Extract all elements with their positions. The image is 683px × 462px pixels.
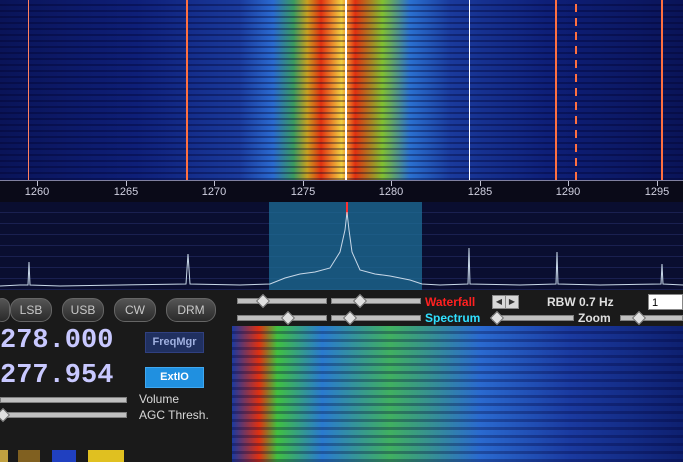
- freq-tick-label: 1285: [467, 186, 493, 198]
- left-arrow-button[interactable]: ◀: [492, 295, 506, 309]
- zoom-label: Zoom: [578, 311, 611, 325]
- zoomed-waterfall-display[interactable]: [232, 326, 683, 462]
- main-waterfall-display[interactable]: [0, 0, 683, 180]
- lo-frequency-display[interactable]: 278.000: [0, 326, 113, 356]
- rewind-button[interactable]: [52, 450, 76, 462]
- usb-mode-button[interactable]: USB: [62, 298, 104, 322]
- marker-line: [555, 0, 557, 180]
- toolbar-button[interactable]: [0, 450, 8, 462]
- freq-tick-label: 1295: [644, 186, 670, 198]
- freq-tick-label: 1290: [555, 186, 581, 198]
- waterfall-contrast-slider[interactable]: [331, 298, 421, 304]
- extio-button[interactable]: ExtIO: [145, 367, 204, 388]
- lsb-mode-button[interactable]: LSB: [10, 298, 52, 322]
- am-mode-button[interactable]: [0, 298, 10, 322]
- waterfall-gain-slider[interactable]: [237, 298, 327, 304]
- marker-line: [469, 0, 470, 180]
- zoom-slider[interactable]: [620, 315, 683, 321]
- freq-tick-label: 1275: [290, 186, 316, 198]
- volume-slider[interactable]: [0, 397, 127, 403]
- cw-mode-button[interactable]: CW: [114, 298, 156, 322]
- zoom-input[interactable]: 1: [648, 294, 683, 310]
- spectrum-speed-slider[interactable]: [492, 315, 574, 321]
- marker-line: [661, 0, 663, 180]
- marker-line: [28, 0, 29, 180]
- loop-button[interactable]: [88, 450, 124, 462]
- volume-label: Volume: [139, 392, 180, 406]
- freqmgr-button[interactable]: FreqMgr: [145, 332, 204, 353]
- waterfall-label: Waterfall: [425, 295, 476, 309]
- drm-mode-button[interactable]: DRM: [166, 298, 216, 322]
- spectrum-trace: [0, 202, 683, 287]
- agc-threshold-slider[interactable]: [0, 412, 127, 418]
- marker-line: [186, 0, 188, 180]
- freq-tick-label: 1265: [113, 186, 139, 198]
- stop-button[interactable]: [18, 450, 40, 462]
- marker-line: [575, 0, 577, 180]
- rbw-label: RBW 0.7 Hz: [547, 295, 614, 309]
- frequency-axis: 1260 1265 1270 1275 1280 1285 1290 1295: [0, 180, 683, 203]
- agc-threshold-label: AGC Thresh.: [139, 408, 209, 422]
- freq-tick-label: 1270: [201, 186, 227, 198]
- right-arrow-button[interactable]: ▶: [505, 295, 519, 309]
- tuning-line: [345, 0, 347, 180]
- spectrum-label: Spectrum: [425, 311, 481, 325]
- freq-tick-label: 1280: [378, 186, 404, 198]
- tune-frequency-display[interactable]: 277.954: [0, 361, 113, 391]
- freq-tick-label: 1260: [24, 186, 50, 198]
